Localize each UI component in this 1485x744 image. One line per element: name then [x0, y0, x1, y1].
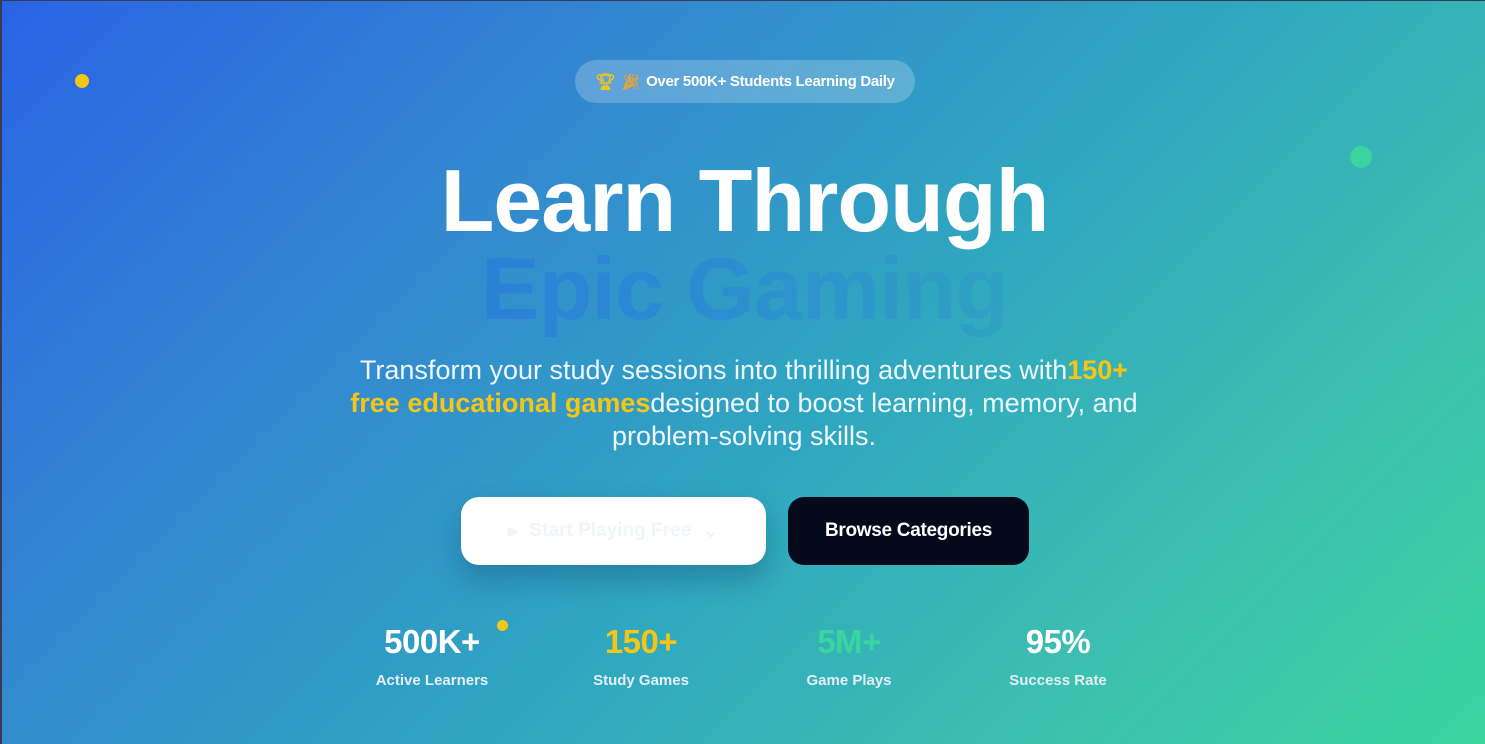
start-playing-label: Start Playing Free: [529, 520, 692, 541]
play-icon: ▸: [507, 520, 518, 542]
stat-study-games: 150+ Study Games: [551, 623, 731, 689]
decorative-dot: [75, 74, 89, 88]
stat-label: Success Rate: [1009, 672, 1107, 689]
subtitle-text: designed to boost learning, memory, and …: [611, 388, 1138, 451]
badge-text: Over 500K+ Students Learning Daily: [646, 73, 895, 90]
stat-success-rate: 95% Success Rate: [968, 623, 1148, 689]
stat-game-plays: 5M+ Game Plays: [759, 623, 939, 689]
browse-categories-label: Browse Categories: [824, 520, 992, 541]
hero-title-line2: Epic Gaming: [2, 241, 1485, 337]
stat-label: Active Learners: [375, 672, 489, 689]
stat-label: Game Plays: [806, 672, 892, 689]
stat-value: 150+: [604, 623, 678, 660]
browse-categories-button[interactable]: Browse Categories: [788, 497, 1029, 565]
stat-value: 95%: [1025, 623, 1091, 660]
stat-value: 500K+: [384, 623, 480, 660]
decorative-dot: [1398, 653, 1416, 671]
stat-value: 5M+: [817, 623, 881, 660]
stat-label: Study Games: [593, 672, 689, 689]
stat-active-learners: 500K+ Active Learners: [342, 623, 522, 689]
hero-title-line1: Learn Through: [440, 151, 1050, 250]
party-popper-icon: 🎉︎: [621, 73, 641, 91]
students-badge: 🏆︎ 🎉︎ Over 500K+ Students Learning Daily: [575, 60, 915, 103]
start-playing-button[interactable]: ▸ Start Playing Free ⌄: [461, 497, 766, 565]
chevron-down-icon: ⌄: [703, 520, 720, 542]
subtitle-text: Transform your study sessions into thril…: [359, 355, 1068, 385]
trophy-icon: 🏆︎: [595, 73, 616, 91]
hero-subtitle: Transform your study sessions into thril…: [344, 354, 1144, 453]
